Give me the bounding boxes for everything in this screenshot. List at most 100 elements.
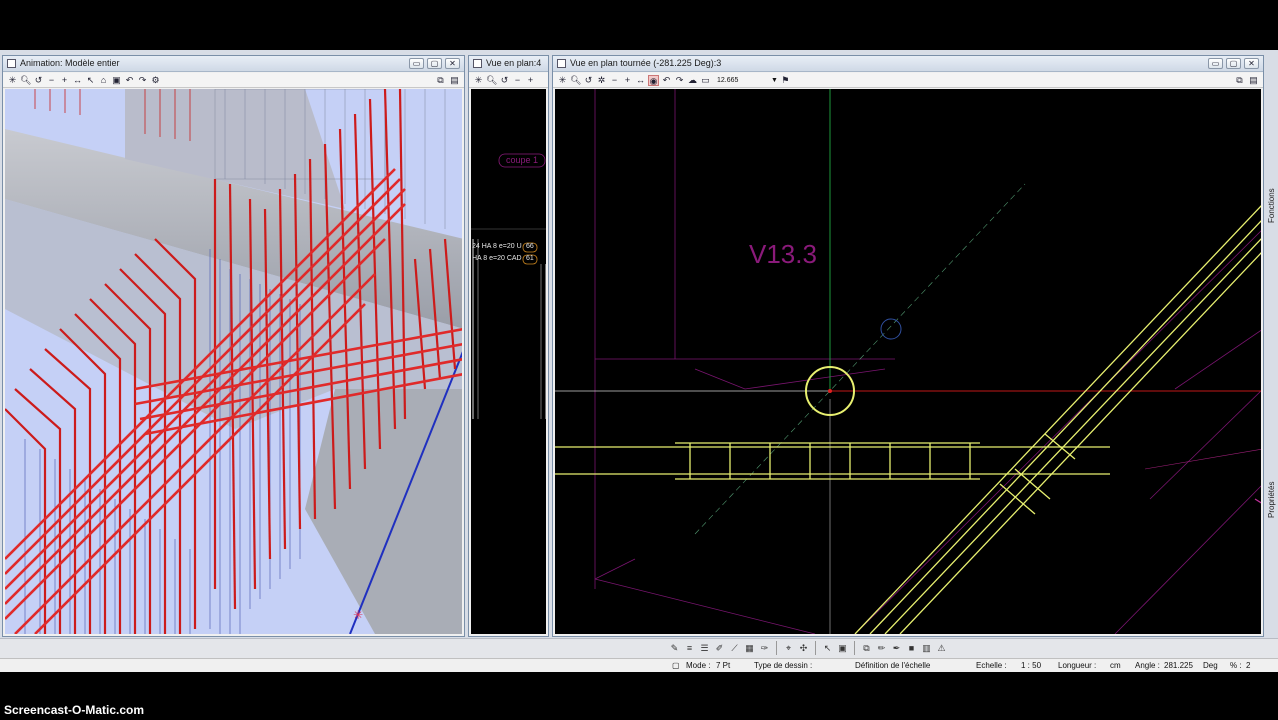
cad-viewport[interactable]: V13.3 — [555, 89, 1261, 634]
titlebar[interactable]: Animation: Modèle entier ▭ ▢ ✕ — [3, 56, 464, 72]
undo-view-icon[interactable]: ↶ — [661, 75, 672, 86]
tab-proprietes[interactable]: Propriétés — [1266, 460, 1278, 520]
maximize-button[interactable]: ▢ — [1226, 58, 1241, 69]
status-bar: ▢ Mode : 7 Pt Type de dessin : Définitio… — [0, 658, 1278, 672]
modify-icon[interactable]: ⟋ — [728, 641, 741, 655]
window-icon — [557, 59, 566, 68]
scale-definition[interactable]: Définition de l'échelle — [855, 661, 930, 670]
rebar-badge: 66 — [526, 243, 534, 250]
fill-icon[interactable]: ■ — [905, 641, 918, 655]
titlebar[interactable]: Vue en plan tournée (-281.225 Deg):3 ▭ ▢… — [553, 56, 1263, 72]
settings-icon[interactable]: ⚙ — [150, 75, 161, 86]
folder-icon[interactable]: ▭ — [700, 75, 711, 86]
separator — [776, 641, 777, 655]
draw-icon[interactable]: ✏ — [875, 641, 888, 655]
angle-label: Angle : — [1135, 661, 1160, 670]
hatch-icon[interactable]: ▥ — [920, 641, 933, 655]
grid-icon[interactable]: ▦ — [743, 641, 756, 655]
cursor-icon[interactable]: ↖ — [821, 641, 834, 655]
properties-icon[interactable]: ▤ — [1248, 75, 1259, 86]
warning-icon[interactable]: ⚠ — [935, 641, 948, 655]
redo-view-icon[interactable]: ↷ — [137, 75, 148, 86]
rotate-icon[interactable]: ↺ — [33, 75, 44, 86]
percent-value[interactable]: 2 — [1246, 661, 1250, 670]
minimize-button[interactable]: ▭ — [1208, 58, 1223, 69]
rotate-icon[interactable]: ↺ — [583, 75, 594, 86]
side-panel-tabs: Fonctions Propriétés — [1266, 155, 1278, 635]
scale-value[interactable]: 1 : 50 — [1021, 661, 1041, 670]
brush-icon[interactable]: ✑ — [758, 641, 771, 655]
screen: Animation: Modèle entier ▭ ▢ ✕ ✳ 🔍︎ ↺ − … — [0, 0, 1278, 720]
length-label: Longueur : — [1058, 661, 1097, 670]
window-rotated-plan-view[interactable]: Vue en plan tournée (-281.225 Deg):3 ▭ ▢… — [552, 55, 1264, 637]
edit-icon[interactable]: ✐ — [713, 641, 726, 655]
window-title: Animation: Modèle entier — [20, 58, 120, 68]
length-unit[interactable]: cm — [1110, 661, 1121, 670]
list-icon[interactable]: ☰ — [698, 641, 711, 655]
angle-unit[interactable]: Deg — [1203, 661, 1218, 670]
pencil-icon[interactable]: ✎ — [668, 641, 681, 655]
pan-icon[interactable]: ✳ — [473, 75, 484, 86]
scale-label: Echelle : — [976, 661, 1007, 670]
redo-view-icon[interactable]: ↷ — [674, 75, 685, 86]
tab-fonctions[interactable]: Fonctions — [1266, 165, 1278, 225]
zoom-in-icon[interactable]: + — [525, 75, 536, 86]
view-toolbar: ✳ 🔍︎ ↺ ✲ − + ↔ ◉ ↶ ↷ ☁ ▭ 12.665 ▼ ⚑ ⧉ ▤ — [553, 73, 1263, 88]
snap-icon[interactable]: ✣ — [797, 641, 810, 655]
3d-viewport[interactable]: ✳ — [5, 89, 462, 634]
minimize-button[interactable]: ▭ — [409, 58, 424, 69]
view-toolbar: ✳ 🔍︎ ↺ − + — [469, 73, 548, 88]
window-icon — [7, 59, 16, 68]
rebar-badge: 61 — [526, 255, 534, 262]
zoom-value[interactable]: 12.665 — [713, 77, 769, 84]
flag-icon[interactable]: ⚑ — [780, 75, 791, 86]
rotate-icon[interactable]: ↺ — [499, 75, 510, 86]
window-plan-view-4[interactable]: Vue en plan:4 ✳ 🔍︎ ↺ − + coupe 1 24 HA 8… — [468, 55, 549, 637]
angle-value[interactable]: 281.225 — [1164, 661, 1193, 670]
copy-icon[interactable]: ⧉ — [860, 641, 873, 655]
drawing-label: V13.3 — [749, 239, 817, 269]
zoom-in-icon[interactable]: + — [59, 75, 70, 86]
watermark: Screencast-O-Matic.com — [4, 703, 145, 717]
measure-icon[interactable]: ⌖ — [782, 641, 795, 655]
render-mode-icon[interactable]: ◉ — [648, 74, 659, 86]
view-toolbar: ✳ 🔍︎ ↺ − + ↔ ↖ ⌂ ▣ ↶ ↷ ⚙ ⧉ ▤ — [3, 73, 464, 88]
pan-icon[interactable]: ✳ — [557, 75, 568, 86]
maximize-button[interactable]: ▢ — [427, 58, 442, 69]
window-icon — [473, 59, 482, 68]
zoom-in-icon[interactable]: + — [622, 75, 633, 86]
zoom-icon[interactable]: 🔍︎ — [570, 75, 581, 86]
home-icon[interactable]: ⌂ — [98, 75, 109, 86]
cad-drawing — [555, 89, 1261, 634]
render-icon[interactable]: ▣ — [111, 75, 122, 86]
zoom-out-icon[interactable]: − — [609, 75, 620, 86]
window-3d-animation[interactable]: Animation: Modèle entier ▭ ▢ ✕ ✳ 🔍︎ ↺ − … — [2, 55, 465, 637]
chevron-down-icon[interactable]: ▼ — [771, 77, 778, 84]
fit-icon[interactable]: ↔ — [635, 75, 646, 86]
select-icon[interactable]: ▣ — [836, 641, 849, 655]
drawing-type-label[interactable]: Type de dessin : — [754, 661, 812, 670]
zoom-icon[interactable]: 🔍︎ — [486, 75, 497, 86]
plan-viewport[interactable]: coupe 1 24 HA 8 e=20 U 66 HA 8 e=20 CAD … — [471, 89, 546, 634]
close-button[interactable]: ✕ — [445, 58, 460, 69]
annotate-icon[interactable]: ✒ — [890, 641, 903, 655]
window-copy-icon[interactable]: ⧉ — [1234, 75, 1245, 86]
pointer-icon[interactable]: ↖ — [85, 75, 96, 86]
pan-icon[interactable]: ✳ — [7, 75, 18, 86]
fit-icon[interactable]: ↔ — [72, 75, 83, 86]
titlebar[interactable]: Vue en plan:4 — [469, 56, 548, 72]
snap-icon[interactable]: ✲ — [596, 75, 607, 86]
zoom-out-icon[interactable]: − — [46, 75, 57, 86]
cloud-icon[interactable]: ☁ — [687, 75, 698, 86]
svg-text:✳: ✳ — [353, 608, 363, 622]
window-title: Vue en plan:4 — [486, 58, 542, 68]
zoom-icon[interactable]: 🔍︎ — [20, 75, 31, 86]
properties-icon[interactable]: ▤ — [449, 75, 460, 86]
close-button[interactable]: ✕ — [1244, 58, 1259, 69]
undo-view-icon[interactable]: ↶ — [124, 75, 135, 86]
layers-icon[interactable]: ≡ — [683, 641, 696, 655]
window-copy-icon[interactable]: ⧉ — [435, 75, 446, 86]
rebar-label-2: HA 8 e=20 CAD 61 — [472, 255, 534, 262]
mode-value[interactable]: 7 Pt — [716, 661, 730, 670]
zoom-out-icon[interactable]: − — [512, 75, 523, 86]
